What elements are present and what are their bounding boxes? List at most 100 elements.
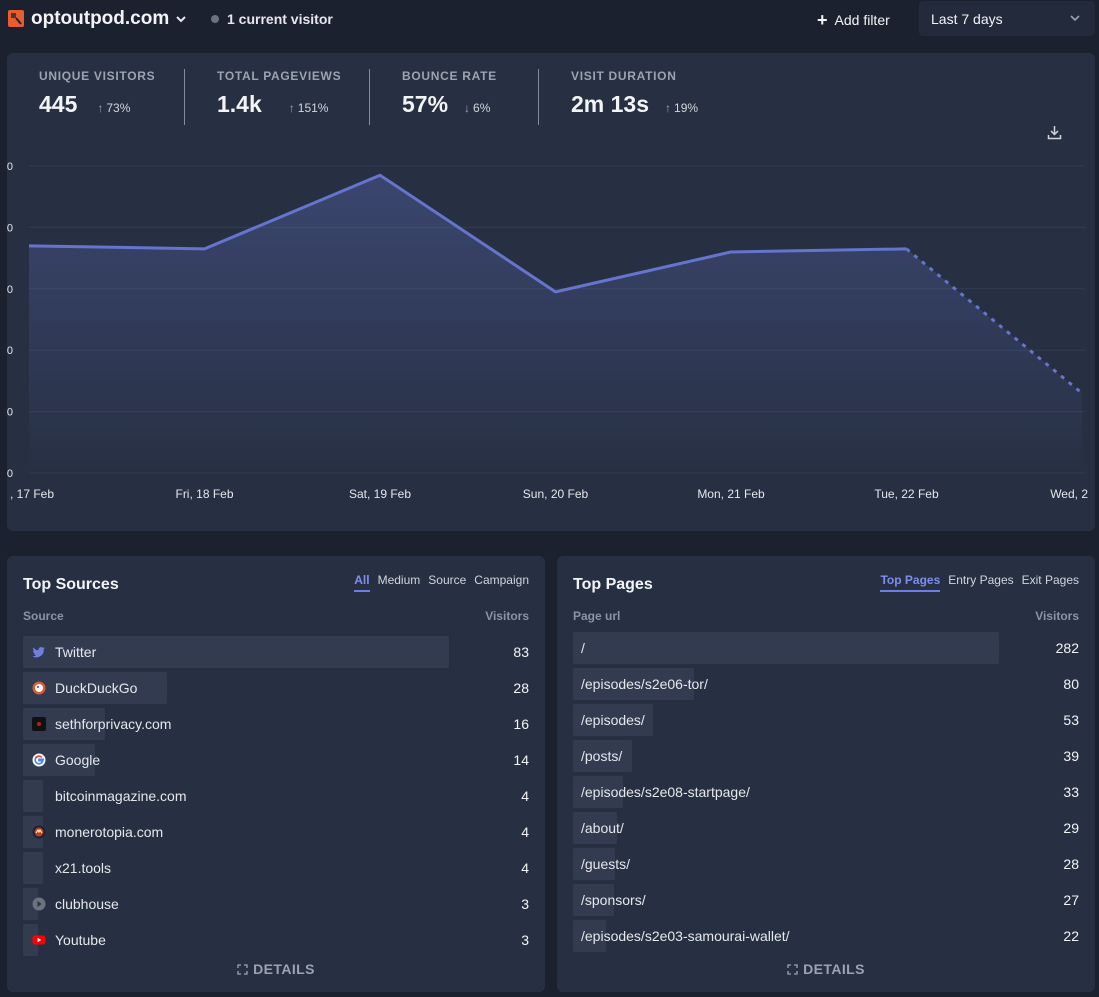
stat-unique-visitors[interactable]: UNIQUE VISITORS 445 ↑ 73% bbox=[39, 69, 155, 118]
sources-list: Twitter 83 DuckDuckGo 28 sethforprivacy.com 1… bbox=[23, 636, 529, 960]
top-pages-panel: Top Pages Top Pages Entry Pages Exit Pag… bbox=[557, 556, 1095, 992]
list-item[interactable]: /episodes/s2e08-startpage/33 bbox=[573, 776, 1079, 812]
list-item[interactable]: DuckDuckGo 28 bbox=[23, 672, 529, 708]
pages-details-button[interactable]: DETAILS bbox=[557, 961, 1095, 977]
list-item[interactable]: / 282 bbox=[573, 632, 1079, 668]
stat-value: 57% bbox=[402, 91, 449, 117]
row-visitors-value: 53 bbox=[1063, 712, 1079, 728]
stat-total-pageviews[interactable]: TOTAL PAGEVIEWS 1.4k ↑ 151% bbox=[217, 69, 341, 118]
list-item[interactable]: /episodes/53 bbox=[573, 704, 1079, 740]
row-label: clubhouse bbox=[55, 896, 119, 912]
add-filter-label: Add filter bbox=[834, 12, 890, 28]
plus-icon: + bbox=[817, 10, 828, 30]
stat-bounce-rate[interactable]: BOUNCE RATE 57% ↓ 6% bbox=[402, 69, 497, 118]
x-tick-label: Fri, 18 Feb bbox=[175, 487, 233, 501]
y-tick-label: 0 bbox=[7, 468, 13, 480]
column-header-visitors: Visitors bbox=[485, 609, 529, 623]
stat-label: TOTAL PAGEVIEWS bbox=[217, 69, 342, 83]
google-icon bbox=[32, 753, 46, 767]
list-item[interactable]: monerotopia.com 4 bbox=[23, 816, 529, 852]
top-bar: optoutpod.com 1 current visitor + Add fi… bbox=[0, 0, 1099, 40]
list-item[interactable]: x21.tools 4 bbox=[23, 852, 529, 888]
stat-change: ↑ 73% bbox=[97, 101, 131, 115]
stat-value: 1.4k bbox=[217, 91, 262, 117]
list-item[interactable]: /posts/39 bbox=[573, 740, 1079, 776]
period-dropdown[interactable]: Last 7 days bbox=[919, 1, 1095, 36]
tab-all[interactable]: All bbox=[354, 573, 370, 592]
list-item[interactable]: sethforprivacy.com 16 bbox=[23, 708, 529, 744]
sethforprivacy-icon bbox=[32, 717, 46, 731]
row-label: DuckDuckGo bbox=[55, 680, 138, 696]
stat-change: ↑ 19% bbox=[665, 101, 699, 115]
data-point-6[interactable] bbox=[1076, 387, 1088, 399]
stat-change: ↓ 6% bbox=[464, 101, 491, 115]
sources-details-button[interactable]: DETAILS bbox=[7, 961, 545, 977]
plausible-logo-icon bbox=[8, 10, 24, 27]
row-label: /about/ bbox=[581, 820, 624, 836]
pages-tabs: Top Pages Entry Pages Exit Pages bbox=[880, 573, 1079, 592]
row-label: /episodes/ bbox=[581, 712, 645, 728]
x-tick-label: Tue, 22 Feb bbox=[874, 487, 939, 501]
list-item[interactable]: Twitter 83 bbox=[23, 636, 529, 672]
row-label: /posts/ bbox=[581, 748, 623, 764]
sources-tabs: All Medium Source Campaign bbox=[354, 573, 529, 592]
list-item[interactable]: /sponsors/27 bbox=[573, 884, 1079, 920]
add-filter-button[interactable]: + Add filter bbox=[817, 10, 890, 30]
list-item[interactable]: clubhouse 3 bbox=[23, 888, 529, 924]
arrow-down-icon: ↓ bbox=[464, 101, 471, 115]
expand-icon bbox=[237, 964, 248, 975]
top-sources-title: Top Sources bbox=[23, 576, 119, 593]
stat-visit-duration[interactable]: VISIT DURATION 2m 13s ↑ 19% bbox=[571, 69, 698, 118]
stat-label: VISIT DURATION bbox=[571, 69, 677, 83]
data-point-2[interactable] bbox=[374, 169, 386, 181]
monerotopia-icon bbox=[32, 825, 46, 839]
row-visitors-value: 33 bbox=[1063, 784, 1079, 800]
list-item[interactable]: /episodes/s2e03-samourai-wallet/22 bbox=[573, 920, 1079, 956]
tab-top-pages[interactable]: Top Pages bbox=[880, 573, 941, 592]
arrow-up-icon: ↑ bbox=[665, 101, 672, 115]
stat-divider bbox=[184, 69, 185, 125]
list-item[interactable]: /about/29 bbox=[573, 812, 1079, 848]
stat-value: 2m 13s bbox=[571, 91, 650, 117]
chevron-down-icon bbox=[1070, 15, 1080, 22]
chevron-down-icon[interactable] bbox=[174, 12, 188, 26]
stat-change: ↑ 151% bbox=[288, 101, 329, 115]
row-visitors-value: 4 bbox=[521, 824, 529, 840]
x-tick-label: Sun, 20 Feb bbox=[523, 487, 589, 501]
tab-exit-pages[interactable]: Exit Pages bbox=[1022, 573, 1079, 592]
row-visitors-value: 39 bbox=[1063, 748, 1079, 764]
site-switcher[interactable]: optoutpod.com bbox=[31, 8, 169, 30]
row-visitors-value: 22 bbox=[1063, 928, 1079, 944]
pages-list: / 282/episodes/s2e06-tor/80/episodes/53/p… bbox=[573, 632, 1079, 956]
list-item[interactable]: Youtube 3 bbox=[23, 924, 529, 960]
visitors-line-chart: 0 20 40 60 80 100 , 17 Feb Fri, 18 Feb Sat, 19 F… bbox=[7, 161, 1088, 501]
tab-medium[interactable]: Medium bbox=[378, 573, 421, 592]
data-point-0[interactable] bbox=[23, 240, 35, 252]
list-item[interactable]: /guests/28 bbox=[573, 848, 1079, 884]
row-visitors-value: 3 bbox=[521, 896, 529, 912]
main-graph-card: 0 20 40 60 80 100 , 17 Feb Fri, 18 Feb Sat, 19 F… bbox=[7, 53, 1095, 531]
y-tick-label: 20 bbox=[7, 407, 13, 419]
details-label: DETAILS bbox=[803, 961, 865, 977]
row-visitors-value: 16 bbox=[513, 716, 529, 732]
tab-entry-pages[interactable]: Entry Pages bbox=[948, 573, 1013, 592]
list-item[interactable]: Google 14 bbox=[23, 744, 529, 780]
stat-divider bbox=[538, 69, 539, 125]
row-label: bitcoinmagazine.com bbox=[55, 788, 187, 804]
download-icon[interactable] bbox=[1047, 125, 1062, 140]
data-point-4[interactable] bbox=[725, 246, 737, 258]
row-label: /guests/ bbox=[581, 856, 631, 872]
row-label: /sponsors/ bbox=[581, 892, 646, 908]
y-tick-label: 100 bbox=[7, 161, 13, 173]
tab-source[interactable]: Source bbox=[428, 573, 466, 592]
stat-label: BOUNCE RATE bbox=[402, 69, 497, 83]
data-point-1[interactable] bbox=[199, 243, 211, 255]
list-item[interactable]: bitcoinmagazine.com 4 bbox=[23, 780, 529, 816]
row-visitors-value: 28 bbox=[1063, 856, 1079, 872]
row-label: Google bbox=[55, 752, 101, 768]
list-item[interactable]: /episodes/s2e06-tor/80 bbox=[573, 668, 1079, 704]
data-point-5[interactable] bbox=[901, 243, 913, 255]
current-visitors-link[interactable]: 1 current visitor bbox=[227, 11, 333, 27]
tab-campaign[interactable]: Campaign bbox=[474, 573, 529, 592]
data-point-3[interactable] bbox=[550, 286, 562, 298]
